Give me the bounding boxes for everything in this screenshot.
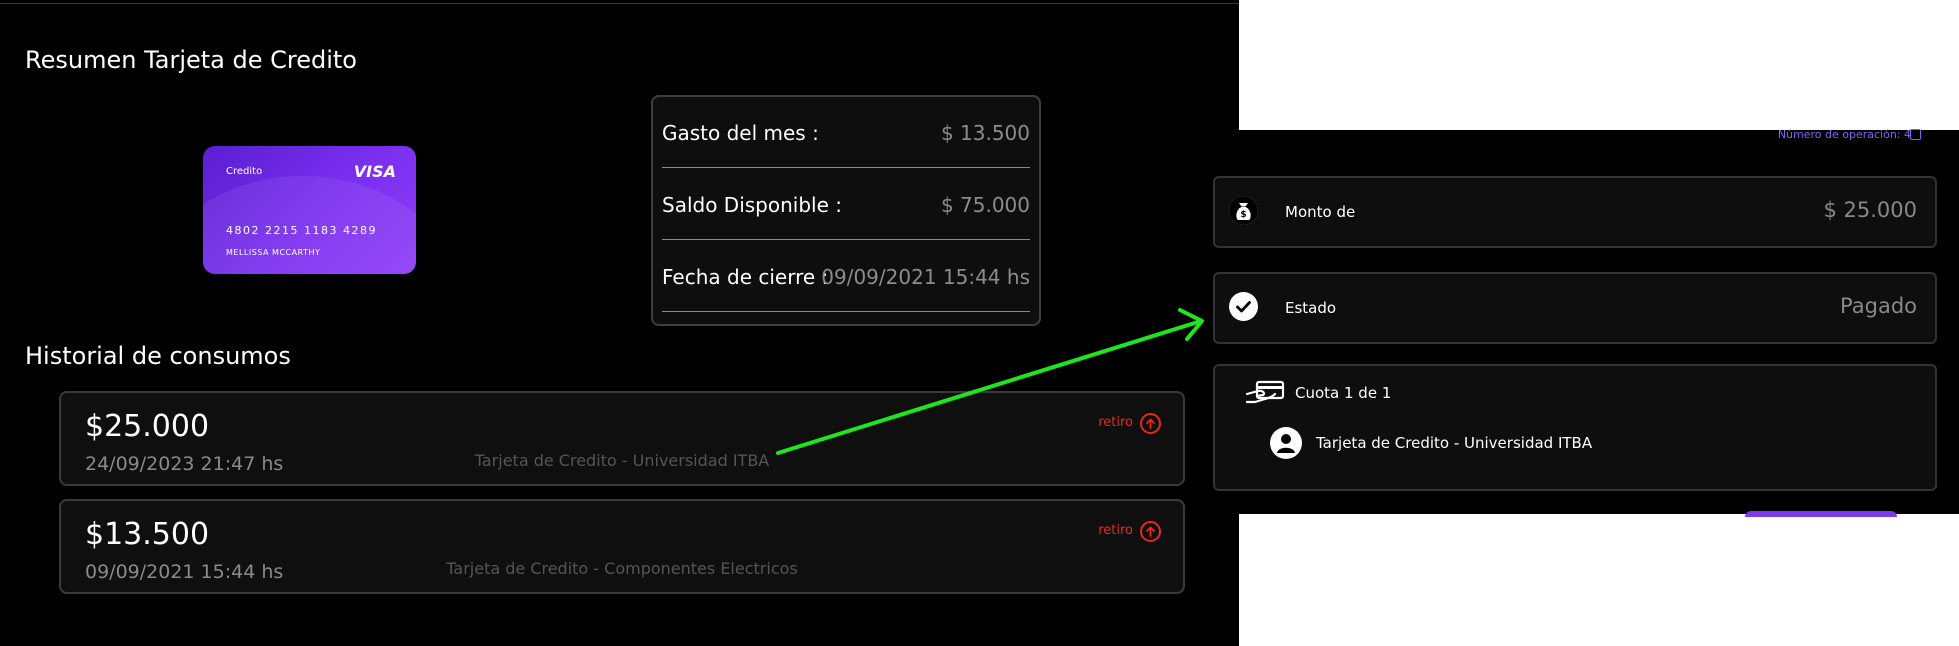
annotation-arrow [776, 308, 1204, 455]
